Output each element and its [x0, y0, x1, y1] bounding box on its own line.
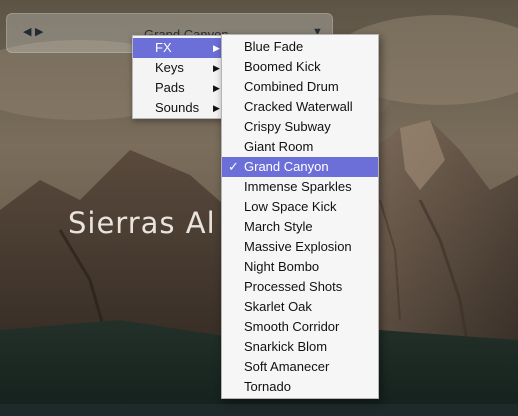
- menu-item-pads[interactable]: Pads ▶: [133, 78, 225, 98]
- preset-label: Skarlet Oak: [244, 299, 312, 314]
- submenu-arrow-icon: ▶: [213, 103, 220, 113]
- preset-item-massive-explosion[interactable]: Massive Explosion: [222, 237, 378, 257]
- menu-item-label: Sounds: [155, 100, 200, 115]
- preset-label: Giant Room: [244, 139, 314, 154]
- preset-label: Tornado: [244, 379, 291, 394]
- menu-item-sounds[interactable]: Sounds ▶: [133, 98, 225, 118]
- preset-item-immense-sparkles[interactable]: Immense Sparkles: [222, 177, 378, 197]
- checkmark-icon: ✓: [228, 159, 239, 174]
- background-title: Sierras Al: [68, 206, 216, 240]
- preset-item-combined-drum[interactable]: Combined Drum: [222, 77, 378, 97]
- preset-label: Processed Shots: [244, 279, 343, 294]
- menu-item-keys[interactable]: Keys ▶: [133, 58, 225, 78]
- preset-label: Low Space Kick: [244, 199, 337, 214]
- preset-item-tornado[interactable]: Tornado: [222, 377, 378, 397]
- preset-item-cracked-waterwall[interactable]: Cracked Waterwall: [222, 97, 378, 117]
- submenu-arrow-icon: ▶: [213, 83, 220, 93]
- preset-label: Night Bombo: [244, 259, 320, 274]
- preset-item-giant-room[interactable]: Giant Room: [222, 137, 378, 157]
- preset-label: March Style: [244, 219, 313, 234]
- preset-label: Immense Sparkles: [244, 179, 352, 194]
- submenu-arrow-icon: ▶: [213, 43, 220, 53]
- previous-preset-icon[interactable]: ◀: [23, 25, 31, 38]
- preset-label: Blue Fade: [244, 39, 304, 54]
- fx-submenu: Blue Fade Boomed Kick Combined Drum Crac…: [221, 34, 379, 399]
- preset-label: Cracked Waterwall: [244, 99, 353, 114]
- preset-item-crispy-subway[interactable]: Crispy Subway: [222, 117, 378, 137]
- next-preset-icon[interactable]: ▶: [35, 25, 43, 38]
- preset-label: Grand Canyon: [244, 159, 329, 174]
- preset-label: Crispy Subway: [244, 119, 331, 134]
- preset-item-night-bombo[interactable]: Night Bombo: [222, 257, 378, 277]
- menu-item-label: FX: [155, 40, 172, 55]
- preset-label: Smooth Corridor: [244, 319, 340, 334]
- category-menu: FX ▶ Keys ▶ Pads ▶ Sounds ▶: [132, 35, 226, 119]
- preset-item-blue-fade[interactable]: Blue Fade: [222, 37, 378, 57]
- menu-item-label: Pads: [155, 80, 185, 95]
- preset-label: Combined Drum: [244, 79, 339, 94]
- preset-item-smooth-corridor[interactable]: Smooth Corridor: [222, 317, 378, 337]
- preset-label: Snarkick Blom: [244, 339, 328, 354]
- menu-item-label: Keys: [155, 60, 184, 75]
- menu-item-fx[interactable]: FX ▶: [133, 38, 225, 58]
- preset-item-boomed-kick[interactable]: Boomed Kick: [222, 57, 378, 77]
- preset-item-snarkick-blom[interactable]: Snarkick Blom: [222, 337, 378, 357]
- bottom-strip: [0, 404, 518, 416]
- preset-item-march-style[interactable]: March Style: [222, 217, 378, 237]
- preset-label: Boomed Kick: [244, 59, 321, 74]
- preset-item-processed-shots[interactable]: Processed Shots: [222, 277, 378, 297]
- preset-item-grand-canyon[interactable]: ✓ Grand Canyon: [222, 157, 378, 177]
- preset-item-soft-amanecer[interactable]: Soft Amanecer: [222, 357, 378, 377]
- preset-label: Soft Amanecer: [244, 359, 330, 374]
- submenu-arrow-icon: ▶: [213, 63, 220, 73]
- preset-label: Massive Explosion: [244, 239, 352, 254]
- preset-item-low-space-kick[interactable]: Low Space Kick: [222, 197, 378, 217]
- preset-item-skarlet-oak[interactable]: Skarlet Oak: [222, 297, 378, 317]
